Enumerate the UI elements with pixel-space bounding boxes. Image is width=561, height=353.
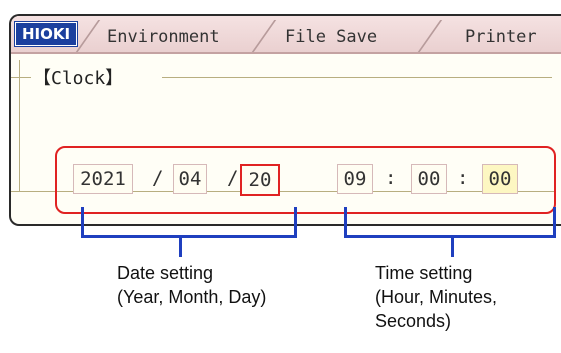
hioki-logo: HIOKI [15,22,77,46]
date-bracket-left [81,207,84,238]
time-caption-detail-2: Seconds) [375,311,452,331]
tab-bar: HIOKI Environment File Save Printer [11,16,561,54]
group-frame-top [162,77,552,78]
tab-divider [251,20,277,52]
date-caption: Date setting (Year, Month, Day) [117,261,266,309]
time-caption-title: Time setting [375,263,473,283]
tab-divider [75,20,101,52]
group-frame-left [19,60,20,192]
time-bracket-bar [344,235,556,238]
time-caption-detail-1: (Hour, Minutes, [375,287,498,307]
date-caption-title: Date setting [117,263,214,283]
tab-divider [417,20,443,52]
date-caption-detail: (Year, Month, Day) [117,287,267,307]
date-bracket-stem [179,235,182,257]
time-caption: Time setting (Hour, Minutes, Seconds) [375,261,497,333]
clock-fields-highlight [55,146,556,214]
time-bracket-left [344,207,347,238]
time-bracket-stem [451,235,454,257]
time-bracket-right [553,207,556,238]
tab-file-save[interactable]: File Save [285,22,377,50]
tab-environment[interactable]: Environment [107,22,220,50]
group-frame-top [11,77,31,78]
tab-printer[interactable]: Printer [465,22,537,50]
clock-group-label: 【Clock】 [33,68,124,89]
date-bracket-right [294,207,297,238]
date-bracket-bar [81,235,297,238]
